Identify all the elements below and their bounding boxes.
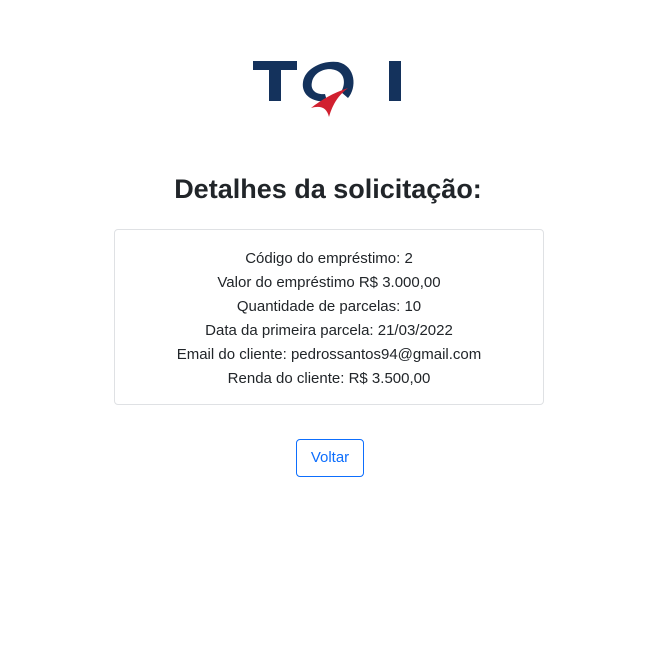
tqi-logo-graphic xyxy=(253,61,401,117)
client-email: Email do cliente: pedrossantos94@gmail.c… xyxy=(176,346,482,363)
tqi-logo xyxy=(253,58,403,120)
page: Detalhes da solicitação: Código do empré… xyxy=(0,0,656,656)
request-details-card: Código do empréstimo: 2 Valor do emprést… xyxy=(114,229,544,405)
installments-count: Quantidade de parcelas: 10 xyxy=(236,298,422,315)
client-income: Renda do cliente: R$ 3.500,00 xyxy=(227,370,431,387)
loan-code: Código do empréstimo: 2 xyxy=(245,250,413,267)
back-button[interactable]: Voltar xyxy=(296,439,364,477)
page-title: Detalhes da solicitação: xyxy=(174,174,482,204)
loan-value: Valor do empréstimo R$ 3.000,00 xyxy=(217,274,441,291)
first-installment-date: Data da primeira parcela: 21/03/2022 xyxy=(205,322,453,339)
